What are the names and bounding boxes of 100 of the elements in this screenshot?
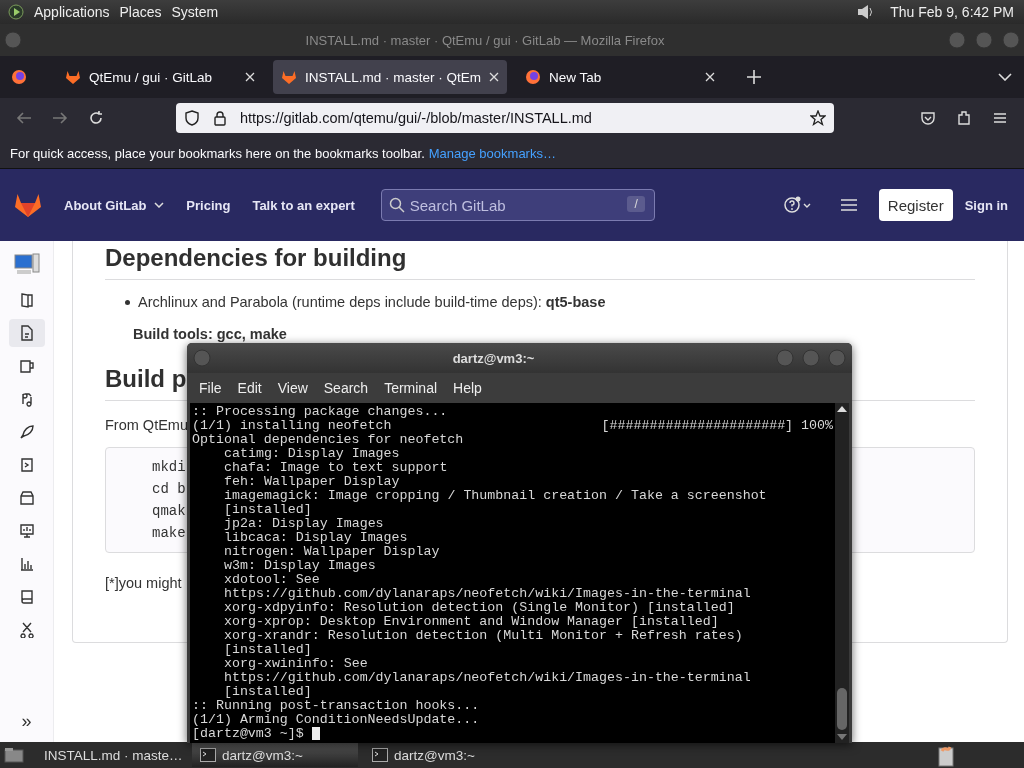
terminal-line: catimg: Display Images [224,447,400,461]
desktop-icon[interactable] [4,747,24,763]
terminal-line: libcaca: Display Images [224,531,408,545]
taskbar-item[interactable]: INSTALL.md · maste… [30,743,186,767]
chevron-down-icon [154,202,165,208]
register-button[interactable]: Register [878,189,953,221]
code-line: qmak [152,502,186,520]
book-icon [18,292,35,308]
shell-prompt: [dartz@vm3 ~]$ [192,727,304,741]
terminal-line: [installed] [224,503,312,517]
panel-menu[interactable]: System [171,4,219,20]
shield-icon [184,110,200,126]
menu-item[interactable]: Help [445,380,490,396]
code-line: cd b [152,480,186,498]
terminal-line: jp2a: Display Images [224,517,384,531]
terminal-line: https://github.com/dylanaraps/neofetch/wiki/Images-in-the-terminal [224,671,751,685]
fox-icon[interactable] [14,192,42,218]
section-heading: Build p [105,364,187,394]
nav-link[interactable]: Talk to an expert [252,197,355,213]
expand-sidebar-button[interactable]: » [21,711,32,732]
terminal-line: w3m: Display Images [224,559,376,573]
nav-link[interactable]: About GitLab [64,197,165,213]
new-tab-icon[interactable] [747,70,762,84]
search-icon [388,197,405,213]
address-bar[interactable]: https://gitlab.com/qtemu/gui/-/blob/master/INSTALL.md [176,103,834,133]
clock[interactable]: Thu Feb 9, 6:42 PM [890,4,1014,20]
menu-item[interactable]: View [269,380,316,396]
terminal-line: xorg-xrandr: Resolution detection (Multi Monitor + Refresh rates) [224,629,743,643]
reload-icon[interactable] [88,110,104,126]
terminal-line: [installed] [224,643,312,657]
terminal-line: (1/1) Arming ConditionNeedsUpdate... [192,713,480,727]
sign-in-link[interactable]: Sign in [964,197,1008,213]
help-icon[interactable] [782,195,813,215]
terminal-icon [200,748,216,762]
terminal-line: :: Running post-transaction hooks... [192,699,480,713]
chart-icon [18,556,35,572]
terminal-line: feh: Wallpaper Display [224,475,400,489]
scroll-down-icon[interactable] [837,734,847,740]
menu-icon[interactable] [992,110,1008,126]
code-line: mkdi [152,458,186,476]
back-icon[interactable] [16,110,32,126]
menu-item[interactable]: Edit [229,380,270,396]
menu-item[interactable]: Terminal [376,380,446,396]
lock-icon [212,110,228,126]
text-cursor [311,727,320,740]
menu-icon[interactable] [840,198,857,212]
terminal-line: imagemagick: Image cropping / Thumbnail creation / Take a screenshot [224,489,767,503]
window-title: dartz@vm3:~ [451,350,536,366]
terminal-icon [372,748,388,762]
bullet-icon [125,299,130,305]
terminal-line: chafa: Image to text support [224,461,448,475]
section-heading: Dependencies for building [105,243,407,273]
terminal-line: nitrogen: Wallpaper Display [224,545,440,559]
progress-text: [######################] 100% [601,419,833,433]
taskbar-item[interactable]: dartz@vm3:~ [192,743,358,767]
browser-tab[interactable]: INSTALL.md · master · QtEm [273,60,508,94]
taskbar-item[interactable]: dartz@vm3:~ [364,743,520,767]
puzzle-icon[interactable] [956,110,972,126]
paragraph: From QtEmu [105,417,188,433]
window-title: INSTALL.md · master · QtEmu / gui · GitLab — Mozilla Firefox [304,32,666,48]
sidebar-item[interactable] [8,319,45,347]
panel-menu[interactable]: Places [119,4,162,20]
menu-item[interactable]: Search [315,380,377,396]
computer-icon[interactable] [13,253,40,275]
chevron-down-icon[interactable] [998,73,1012,81]
code-line: make [152,524,186,542]
browser-tab[interactable]: New Tab [517,60,724,94]
file-icon [18,325,35,341]
scrollbar[interactable] [835,403,849,743]
build-tools-text: Build tools: gcc, make [133,326,287,342]
nav-link[interactable]: Pricing [186,197,231,213]
fox-icon [281,69,297,85]
menu-item[interactable]: File [191,380,230,396]
scroll-thumb[interactable] [837,688,847,730]
terminal-line: xorg-xdpyinfo: Resolution detection (Single Monitor) [installed] [224,601,735,615]
panel-menu[interactable]: Applications [34,4,110,20]
terminal-line: xorg-xprop: Desktop Environment and Window Manager [installed] [224,615,719,629]
firefox-icon [525,69,542,85]
footnote: [*]you might [105,575,182,591]
package-icon [18,490,35,506]
pocket-icon[interactable] [920,110,936,126]
presentation-icon [18,523,35,539]
bookmarks-hint: For quick access, place your bookmarks here on the bookmarks toolbar. [10,145,425,161]
terminal-line: (1/1) installing neofetch [192,419,392,433]
star-icon[interactable] [810,110,826,126]
bullet-text: Archlinux and Parabola (runtime deps include build-time deps): qt5-base [138,294,606,310]
terminal-line: [installed] [224,685,312,699]
scissors-icon [18,622,35,638]
forward-icon[interactable] [52,110,68,126]
browser-tab[interactable]: QtEmu / gui · GitLab [57,60,263,94]
mug-icon [18,358,35,374]
fox-icon [65,69,81,85]
book-icon [18,589,35,605]
play-icon[interactable] [8,4,24,20]
terminal-line: https://github.com/dylanaraps/neofetch/wiki/Images-in-the-terminal [224,587,751,601]
scroll-up-icon[interactable] [837,406,847,412]
manage-bookmarks-link[interactable]: Manage bookmarks… [428,145,556,161]
firefox-icon[interactable] [11,69,27,85]
terminal-line: xorg-xwininfo: See [224,657,368,671]
shortcut-key: / [627,196,645,212]
